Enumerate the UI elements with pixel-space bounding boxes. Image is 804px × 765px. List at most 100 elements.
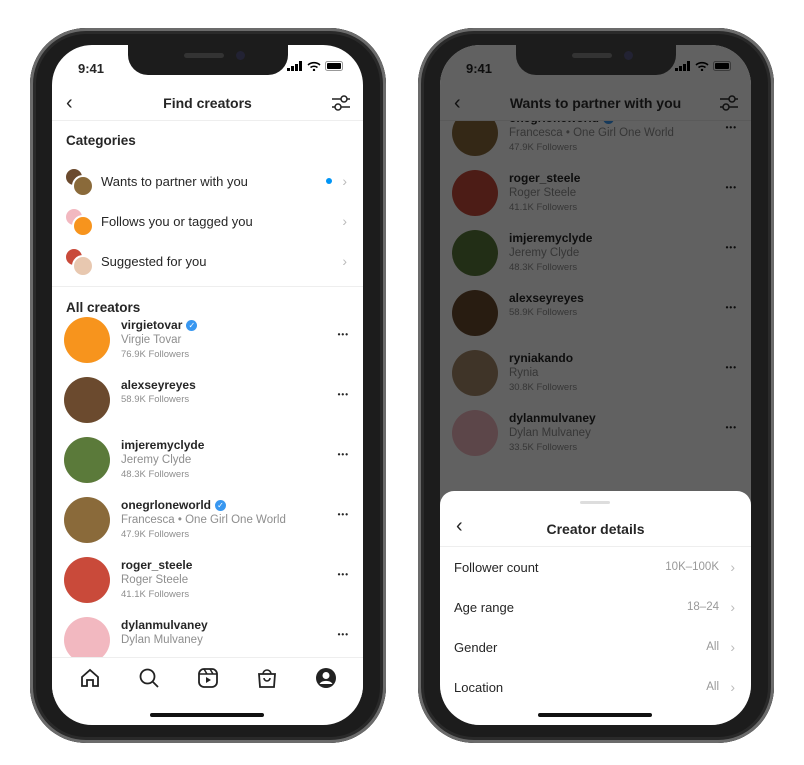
creator-row[interactable]: onegrloneworld ✓ Francesca • One Girl One … [52, 490, 363, 550]
username-text: virgietovar [121, 318, 183, 332]
creator-followers: 58.9K Followers [121, 394, 190, 405]
more-options-icon[interactable]: ••• [338, 390, 349, 399]
find-creators-screen: 9:41 ‹ Find creators Categories Wants to… [52, 45, 363, 725]
category-avatars [64, 207, 94, 237]
creator-avatar[interactable] [64, 437, 110, 483]
category-label: Follows you or tagged you [101, 213, 253, 229]
sheet-option-row[interactable]: Gender All › [440, 628, 751, 668]
verified-badge-icon: ✓ [186, 319, 198, 331]
search-icon[interactable] [138, 667, 160, 689]
more-options-icon[interactable]: ••• [338, 630, 349, 639]
option-value: 10K–100K [665, 561, 719, 573]
chevron-right-icon: › [730, 599, 735, 615]
more-options-icon[interactable]: ••• [338, 510, 349, 519]
more-options-icon[interactable]: ••• [338, 330, 349, 339]
more-options-icon[interactable]: ••• [338, 450, 349, 459]
chevron-right-icon: › [342, 173, 347, 189]
battery-icon [325, 61, 343, 71]
shop-icon[interactable] [256, 667, 278, 689]
category-label: Wants to partner with you [101, 173, 248, 189]
creator-full-name: Virgie Tovar [121, 334, 182, 346]
creator-full-name: Francesca • One Girl One World [121, 514, 286, 526]
creator-full-name: Jeremy Clyde [121, 454, 192, 466]
filter-icon[interactable] [331, 94, 351, 112]
chevron-right-icon: › [730, 679, 735, 695]
top-nav: ‹ Find creators [52, 89, 363, 121]
more-options-icon[interactable]: ••• [338, 570, 349, 579]
chevron-right-icon: › [730, 559, 735, 575]
chevron-right-icon: › [342, 253, 347, 269]
option-label: Follower count [454, 560, 539, 575]
creator-avatar[interactable] [64, 497, 110, 543]
username-text: onegrloneworld [121, 498, 211, 512]
sheet-grabber[interactable] [580, 501, 610, 504]
category-label: Suggested for you [101, 253, 207, 269]
profile-icon[interactable] [315, 667, 337, 689]
sheet-option-row[interactable]: Age range 18–24 › [440, 588, 751, 628]
creator-details-sheet: ‹ Creator details Follower count 10K–100K… [440, 491, 751, 725]
sheet-title: Creator details [546, 521, 645, 537]
divider [52, 286, 363, 287]
creator-full-name: Dylan Mulvaney [121, 634, 203, 646]
option-label: Gender [454, 640, 498, 655]
wifi-icon [307, 61, 321, 71]
status-icons [287, 61, 345, 71]
option-label: Location [454, 680, 504, 695]
home-indicator [538, 713, 652, 717]
username-text: imjeremyclyde [121, 438, 205, 452]
status-time: 9:41 [78, 61, 105, 76]
home-icon[interactable] [79, 667, 101, 689]
username-text: alexseyreyes [121, 378, 196, 392]
creator-avatar[interactable] [64, 377, 110, 423]
creator-username: alexseyreyes [121, 378, 196, 392]
creator-row[interactable]: roger_steele Roger Steele 41.1K Followers •… [52, 550, 363, 610]
option-label: Age range [454, 600, 514, 615]
creator-followers: 76.9K Followers [121, 349, 190, 360]
sheet-header: ‹ Creator details [440, 511, 751, 547]
reels-icon[interactable] [197, 667, 219, 689]
category-avatars [64, 247, 94, 277]
creator-row[interactable]: alexseyreyes 58.9K Followers ••• [52, 370, 363, 430]
username-text: roger_steele [121, 558, 193, 572]
option-value: All [706, 681, 719, 693]
sheet-option-row[interactable]: Follower count 10K–100K › [440, 548, 751, 588]
home-indicator [150, 713, 264, 717]
creator-avatar[interactable] [64, 557, 110, 603]
category-row[interactable]: Wants to partner with you › [52, 161, 363, 201]
chevron-right-icon: › [342, 213, 347, 229]
sheet-option-row[interactable]: Location All › [440, 668, 751, 708]
creator-username: roger_steele [121, 558, 192, 572]
creator-full-name: Roger Steele [121, 574, 189, 586]
filter-icon[interactable] [719, 94, 739, 112]
category-row[interactable]: Suggested for you › [52, 241, 363, 281]
verified-badge-icon: ✓ [215, 499, 226, 511]
left-phone-frame: 9:41 ‹ Find creators Categories Wants to… [30, 28, 386, 743]
page-title: Wants to partner with you [509, 95, 682, 111]
creator-row[interactable]: imjeremyclyde Jeremy Clyde 48.3K Followers… [52, 430, 363, 490]
creator-username: imjeremyclyde [121, 438, 204, 452]
signal-icon [287, 61, 302, 71]
categories-heading: Categories [66, 133, 136, 148]
creator-username: dylanmulvaney [121, 618, 208, 632]
option-value: 18–24 [687, 601, 719, 613]
top-nav: ‹ Wants to partner with you [440, 89, 751, 121]
category-row[interactable]: Follows you or tagged you › [52, 201, 363, 241]
chevron-right-icon: › [730, 639, 735, 655]
notch [128, 45, 288, 75]
option-value: All [706, 641, 719, 653]
partner-screen: 9:41 ‹ Wants to partner with you onegrlo… [440, 45, 751, 725]
right-phone-frame: 9:41 ‹ Wants to partner with you onegrlo… [418, 28, 774, 743]
creator-followers: 41.1K Followers [121, 589, 190, 600]
notch [516, 45, 676, 75]
creator-row[interactable]: virgietovar ✓ Virgie Tovar 76.9K Followers •… [52, 310, 363, 370]
creator-followers: 47.9K Followers [121, 529, 190, 540]
creator-avatar[interactable] [64, 317, 110, 363]
bottom-tab-bar [52, 657, 363, 697]
page-title: Find creators [163, 95, 252, 111]
category-avatars [64, 167, 94, 197]
creator-username: onegrloneworld ✓ [121, 498, 226, 512]
username-text: dylanmulvaney [121, 618, 208, 632]
creator-followers: 48.3K Followers [121, 469, 190, 480]
creator-username: virgietovar ✓ [121, 318, 198, 332]
unread-dot-icon [326, 178, 332, 184]
